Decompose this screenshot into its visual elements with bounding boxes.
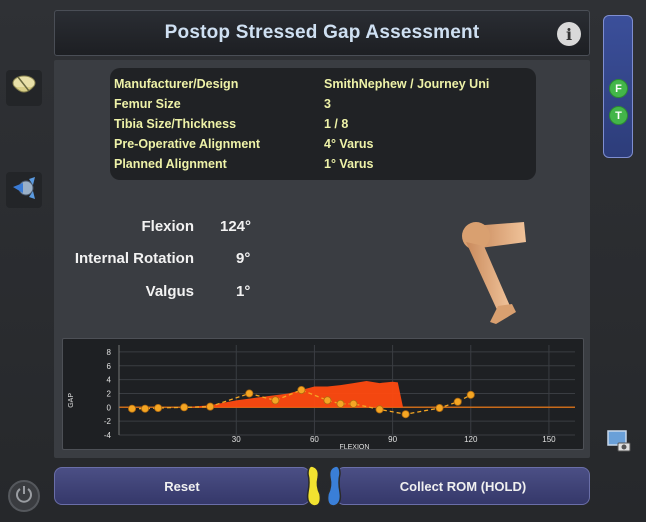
- collect-rom-button[interactable]: Collect ROM (HOLD): [336, 467, 590, 505]
- spec-label: Tibia Size/Thickness: [114, 117, 237, 131]
- readout-value: 1°: [236, 283, 251, 300]
- gap-point: [128, 404, 137, 413]
- spec-row: Manufacturer/Design SmithNephew / Journe…: [110, 74, 536, 94]
- gap-point: [401, 410, 410, 419]
- tracker-status-panel: F T: [603, 15, 633, 158]
- leg-model: [450, 212, 540, 330]
- y-tick-label: 2: [107, 389, 112, 398]
- robot-button[interactable]: [6, 172, 42, 208]
- power-icon: [15, 485, 33, 508]
- gap-area: [158, 381, 404, 408]
- y-axis-label: GAP: [68, 393, 75, 408]
- gap-point: [323, 396, 332, 405]
- gap-point: [154, 404, 163, 413]
- title-bar: Postop Stressed Gap Assessment i: [54, 10, 590, 56]
- gap-point: [349, 399, 358, 408]
- gap-point: [180, 403, 189, 412]
- leg-illustration: [462, 222, 526, 324]
- x-axis-label: FLEXION: [339, 444, 369, 449]
- main-panel: Manufacturer/Design SmithNephew / Journe…: [54, 60, 590, 458]
- gap-chart-svg: 8 6 4 2 0 -2 -4 30 60 90 120 150 FLEXION GAP: [68, 345, 575, 451]
- gap-point: [141, 404, 150, 413]
- y-tick-label: 8: [107, 348, 112, 357]
- gap-point: [336, 399, 345, 408]
- readout-value: 124°: [220, 218, 252, 235]
- gap-point: [466, 390, 475, 399]
- y-tick-label: 0: [107, 403, 112, 412]
- spec-label: Pre-Operative Alignment: [114, 137, 261, 151]
- spec-label: Manufacturer/Design: [114, 77, 239, 91]
- gap-point: [435, 404, 444, 413]
- x-tick-label: 150: [542, 435, 556, 444]
- left-toolbar: [0, 0, 50, 522]
- valgus-readout: Valgus 1°: [54, 283, 314, 307]
- gap-point: [297, 386, 306, 395]
- readout-label: Flexion: [141, 218, 194, 235]
- info-icon[interactable]: i: [557, 22, 581, 46]
- readout-value: 9°: [236, 250, 251, 267]
- spec-row: Tibia Size/Thickness 1 / 8: [110, 114, 536, 134]
- implant-button[interactable]: [6, 70, 42, 106]
- implant-spec-table: Manufacturer/Design SmithNephew / Journe…: [110, 68, 536, 180]
- spec-value: 1 / 8: [324, 117, 349, 131]
- spec-label: Planned Alignment: [114, 157, 227, 171]
- spec-value: 1° Varus: [324, 157, 374, 171]
- gap-chart: 8 6 4 2 0 -2 -4 30 60 90 120 150 FLEXION GAP: [62, 338, 584, 451]
- spec-row: Femur Size 3: [110, 94, 536, 114]
- gap-point: [453, 397, 462, 406]
- x-tick-label: 60: [310, 435, 319, 444]
- y-tick-label: 6: [107, 362, 112, 371]
- page-title: Postop Stressed Gap Assessment: [164, 22, 480, 43]
- femur-tracker-badge: F: [609, 79, 628, 98]
- reset-button[interactable]: Reset: [54, 467, 310, 505]
- y-tick-label: -4: [104, 431, 112, 440]
- spec-value: 4° Varus: [324, 137, 374, 151]
- spec-row: Pre-Operative Alignment 4° Varus: [110, 134, 536, 154]
- footprints-icon: [300, 462, 348, 510]
- gap-point: [271, 396, 280, 405]
- flexion-readout: Flexion 124°: [54, 218, 314, 242]
- y-tick-label: 4: [107, 376, 112, 385]
- gap-point: [245, 389, 254, 398]
- robot-arm-icon: [9, 173, 39, 208]
- spec-row: Planned Alignment 1° Varus: [110, 154, 536, 174]
- spec-value: SmithNephew / Journey Uni: [324, 77, 490, 91]
- power-button[interactable]: [8, 480, 40, 512]
- gap-point: [375, 405, 384, 414]
- internal-rotation-readout: Internal Rotation 9°: [54, 250, 314, 274]
- screenshot-icon: [604, 430, 634, 460]
- x-tick-label: 120: [464, 435, 478, 444]
- x-tick-label: 30: [232, 435, 241, 444]
- readout-label: Valgus: [145, 283, 194, 300]
- tibia-tracker-badge: T: [609, 106, 628, 125]
- spec-label: Femur Size: [114, 97, 181, 111]
- screenshot-button[interactable]: [604, 426, 634, 456]
- readout-label: Internal Rotation: [74, 250, 194, 267]
- gap-point: [206, 402, 215, 411]
- x-tick-label: 90: [388, 435, 397, 444]
- knee-implant-icon: [9, 71, 39, 106]
- y-tick-label: -2: [104, 417, 112, 426]
- spec-value: 3: [324, 97, 331, 111]
- info-glyph: i: [565, 24, 573, 44]
- app-frame: Postop Stressed Gap Assessment i Manufac…: [0, 0, 646, 522]
